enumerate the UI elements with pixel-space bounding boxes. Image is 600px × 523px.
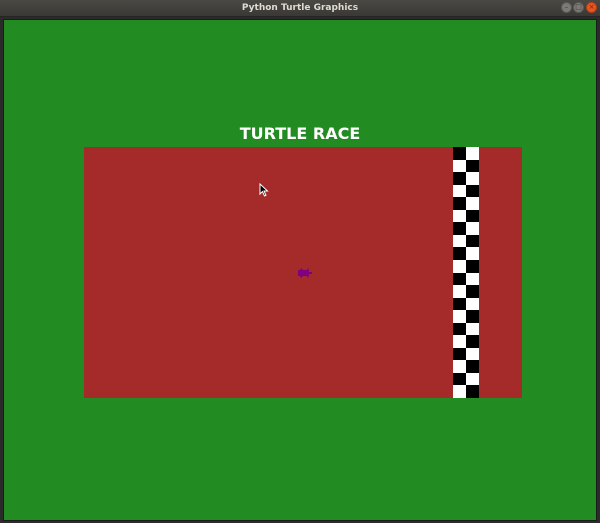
finish-checker-square xyxy=(466,222,479,236)
turtle-icon xyxy=(297,264,313,278)
finish-checker-square xyxy=(466,259,479,273)
finish-checker-square xyxy=(453,247,466,261)
minimize-icon: – xyxy=(564,3,569,11)
finish-checker-square xyxy=(466,347,479,361)
close-button[interactable]: × xyxy=(586,2,597,13)
finish-checker-square xyxy=(453,285,466,299)
finish-checker-square xyxy=(453,297,466,311)
finish-line xyxy=(453,147,479,398)
finish-checker-square xyxy=(466,147,479,160)
maximize-icon: □ xyxy=(575,3,582,11)
finish-checker-square xyxy=(453,347,466,361)
finish-checker-square xyxy=(466,172,479,186)
finish-checker-square xyxy=(466,184,479,198)
finish-checker-square xyxy=(453,159,466,173)
finish-checker-square xyxy=(453,360,466,374)
finish-checker-square xyxy=(466,209,479,223)
finish-checker-square xyxy=(453,335,466,349)
race-heading: TURTLE RACE xyxy=(239,124,361,143)
finish-checker-square xyxy=(466,159,479,173)
finish-checker-square xyxy=(466,335,479,349)
finish-checker-square xyxy=(453,172,466,186)
turtle-canvas[interactable]: TURTLE RACE xyxy=(3,19,597,521)
finish-checker-square xyxy=(453,222,466,236)
finish-checker-square xyxy=(453,322,466,336)
finish-checker-square xyxy=(453,310,466,324)
finish-checker-square xyxy=(453,209,466,223)
finish-checker-square xyxy=(453,147,466,160)
close-icon: × xyxy=(588,3,595,11)
finish-checker-square xyxy=(466,372,479,386)
finish-checker-square xyxy=(453,385,466,398)
finish-checker-square xyxy=(466,247,479,261)
finish-checker-square xyxy=(466,297,479,311)
titlebar[interactable]: Python Turtle Graphics – □ × xyxy=(0,0,600,17)
finish-checker-square xyxy=(466,234,479,248)
finish-checker-square xyxy=(466,385,479,398)
finish-checker-square xyxy=(466,322,479,336)
maximize-button[interactable]: □ xyxy=(573,2,584,13)
finish-checker-square xyxy=(453,197,466,211)
finish-checker-square xyxy=(466,360,479,374)
finish-checker-square xyxy=(453,372,466,386)
finish-checker-square xyxy=(466,197,479,211)
minimize-button[interactable]: – xyxy=(561,2,572,13)
finish-checker-square xyxy=(453,234,466,248)
mouse-pointer-icon xyxy=(259,182,269,197)
finish-checker-square xyxy=(453,259,466,273)
finish-checker-square xyxy=(453,272,466,286)
window-title: Python Turtle Graphics xyxy=(241,3,359,13)
finish-checker-square xyxy=(466,310,479,324)
finish-checker-square xyxy=(466,285,479,299)
finish-checker-square xyxy=(453,184,466,198)
finish-checker-square xyxy=(466,272,479,286)
turtle-window: Python Turtle Graphics – □ × TURTLE RACE xyxy=(0,0,600,523)
